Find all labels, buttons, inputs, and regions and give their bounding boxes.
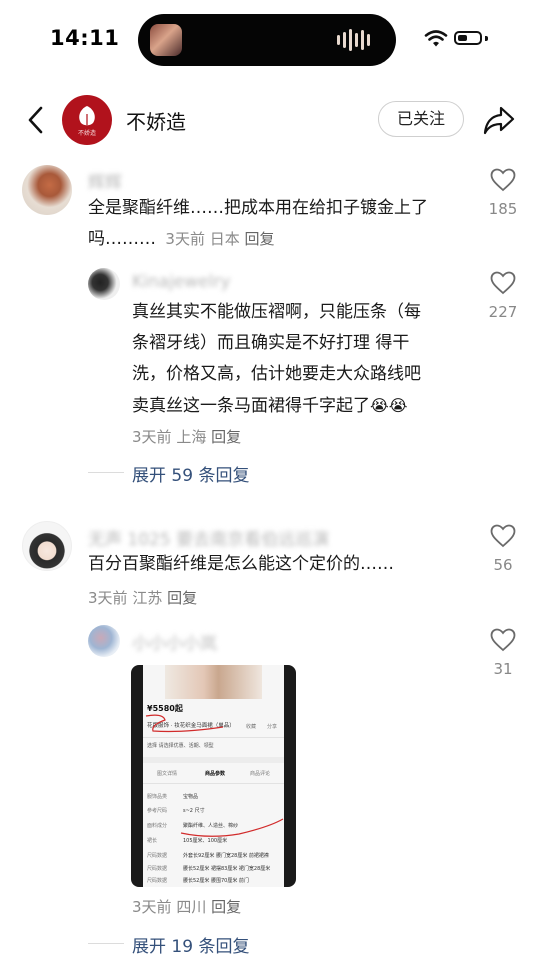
- tab-details: 图文详情: [157, 771, 178, 777]
- attached-screenshot[interactable]: ¥5580起 分享 收藏 花版服饰 · 妆花织金马面裙（单品） 选择 请选择优惠…: [131, 665, 296, 887]
- reply-meta: 3天前 上海 回复: [132, 428, 242, 446]
- reply-name[interactable]: 小小小小岚: [132, 629, 217, 654]
- flower-logo-icon: [79, 106, 95, 126]
- commenter-avatar[interactable]: [22, 521, 72, 571]
- reply-avatar[interactable]: [88, 268, 120, 300]
- heart-icon[interactable]: [490, 628, 516, 652]
- reply-meta: 3天前 四川 回复: [132, 898, 242, 916]
- param-key: 尺码数据: [147, 878, 168, 884]
- share-icon[interactable]: [482, 104, 516, 136]
- reply-button[interactable]: 回复: [167, 589, 197, 607]
- comment-location: 日本: [209, 230, 240, 248]
- param-key: 服饰品类: [147, 794, 168, 800]
- commenter-name[interactable]: 无声 1025 要去南京看伯远巡演: [88, 525, 329, 550]
- expand-divider: [88, 472, 124, 473]
- reply-button[interactable]: 回复: [211, 428, 241, 446]
- comment-text: 百分百聚酯纤维是怎么能这个定价的……: [88, 554, 394, 574]
- expand-divider: [88, 943, 124, 944]
- param-value: 宝物品: [183, 794, 199, 800]
- reply-button[interactable]: 回复: [245, 230, 275, 248]
- heart-icon[interactable]: [490, 168, 516, 192]
- param-value: s~2 尺寸: [183, 808, 205, 814]
- reply-avatar[interactable]: [88, 625, 120, 657]
- reply-text: 真丝其实不能做压褶啊，只能压条（每 条褶牙线）而且确实是不好打理 得干 洗，价格…: [132, 302, 421, 416]
- dynamic-island[interactable]: [138, 14, 396, 66]
- like-count: 227: [488, 303, 518, 321]
- param-value: 外套长92厘米 腰门宽28厘米 前裙裙襟: [183, 853, 269, 859]
- commenter-avatar[interactable]: [22, 165, 72, 215]
- tab-reviews: 商品评论: [250, 771, 271, 777]
- tab-params: 商品参数: [205, 771, 226, 777]
- wifi-icon: [424, 30, 448, 47]
- author-name[interactable]: 不娇造: [126, 106, 186, 135]
- heart-icon[interactable]: [490, 524, 516, 548]
- now-playing-thumbnail: [150, 24, 182, 56]
- battery-tip: [485, 36, 488, 41]
- comment-time: 3天前: [165, 230, 205, 248]
- param-key: 尺码数据: [147, 853, 168, 859]
- crying-emoji-icon: 😭😭: [370, 396, 408, 415]
- param-value: 105厘米、100厘米: [183, 838, 228, 844]
- like-count: 31: [493, 660, 513, 678]
- param-key: 参考尺码: [147, 808, 168, 814]
- comment-text: 全是聚酯纤维……把成本用在给扣子镀金上了 吗……… 3天前 日本 回复: [88, 198, 428, 249]
- param-key: 面料成分: [147, 823, 168, 829]
- param-value: 腰长52厘米 腰围70厘米 前门: [183, 878, 249, 884]
- spec-select: 选择 请选择优惠、活期、领型: [147, 743, 214, 749]
- param-value: 腰长52厘米 裙摆83厘米 裙门宽28厘米: [183, 866, 271, 872]
- screenshot-content: ¥5580起 分享 收藏 花版服饰 · 妆花织金马面裙（单品） 选择 请选择优惠…: [143, 665, 284, 887]
- follow-button[interactable]: 已关注: [378, 101, 464, 137]
- reply-name[interactable]: Kinajewelry: [132, 272, 230, 292]
- logo-text: 不娇造: [77, 130, 96, 137]
- like-count: 185: [488, 200, 518, 218]
- reply-button[interactable]: 回复: [211, 898, 241, 916]
- commenter-name[interactable]: 辉辉: [88, 168, 122, 193]
- audio-waveform-icon: [337, 28, 370, 52]
- battery-icon: [454, 31, 482, 45]
- heart-icon[interactable]: [490, 271, 516, 295]
- param-key: 尺码数据: [147, 866, 168, 872]
- author-avatar[interactable]: 不娇造: [62, 95, 112, 145]
- like-count: 56: [493, 556, 513, 574]
- param-key: 裙长: [147, 838, 158, 844]
- status-time: 14:11: [50, 26, 120, 50]
- expand-replies-button[interactable]: 展开 19 条回复: [132, 932, 249, 957]
- back-arrow-icon[interactable]: [22, 103, 52, 137]
- comment-meta: 3天前 江苏 回复: [88, 589, 198, 607]
- product-image: [165, 665, 262, 699]
- expand-replies-button[interactable]: 展开 59 条回复: [132, 461, 249, 486]
